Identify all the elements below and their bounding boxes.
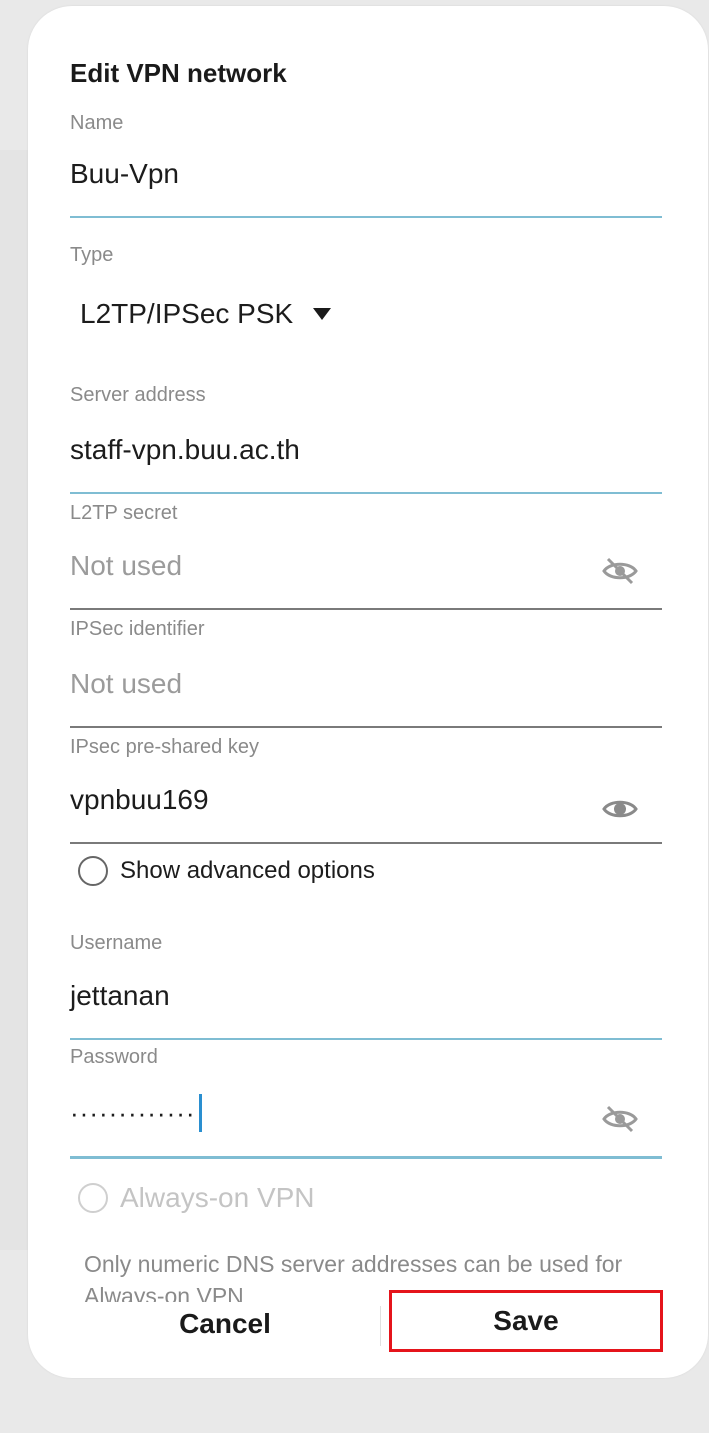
- radio-button[interactable]: [78, 1183, 108, 1213]
- cancel-button[interactable]: Cancel: [140, 1296, 310, 1352]
- dialog-title: Edit VPN network: [70, 58, 287, 88]
- caret-down-icon: [313, 308, 332, 320]
- l2tp-underline: [70, 608, 662, 610]
- psk-label: IPsec pre-shared key: [70, 736, 259, 758]
- eye-off-icon[interactable]: [600, 556, 640, 586]
- name-underline: [70, 216, 662, 218]
- save-button[interactable]: Save: [389, 1290, 663, 1352]
- name-label: Name: [70, 112, 124, 134]
- eye-off-icon[interactable]: [600, 1104, 640, 1134]
- ipsec-identifier-underline: [70, 726, 662, 728]
- type-value: L2TP/IPSec PSK: [80, 298, 294, 329]
- ipsec-identifier-field[interactable]: Not used: [70, 668, 182, 700]
- radio-button[interactable]: [78, 856, 108, 886]
- password-underline: [70, 1156, 662, 1159]
- name-field[interactable]: Buu-Vpn: [70, 158, 179, 190]
- type-dropdown[interactable]: L2TP/IPSec PSK: [80, 298, 332, 330]
- password-label: Password: [70, 1046, 158, 1068]
- button-divider: [380, 1306, 381, 1346]
- server-underline: [70, 492, 662, 494]
- password-field[interactable]: ·············: [70, 1094, 202, 1132]
- server-label: Server address: [70, 384, 206, 406]
- eye-icon[interactable]: [600, 794, 640, 824]
- password-value: ·············: [70, 1097, 196, 1128]
- psk-underline: [70, 842, 662, 844]
- username-label: Username: [70, 932, 163, 954]
- ipsec-identifier-label: IPSec identifier: [70, 618, 205, 640]
- type-label: Type: [70, 244, 114, 266]
- l2tp-secret-field[interactable]: Not used: [70, 550, 182, 582]
- always-on-label: Always-on VPN: [120, 1182, 315, 1213]
- always-on-vpn-option[interactable]: Always-on VPN: [78, 1182, 315, 1214]
- username-underline: [70, 1038, 662, 1040]
- l2tp-secret-label: L2TP secret: [70, 502, 178, 524]
- show-advanced-option[interactable]: Show advanced options: [78, 856, 375, 886]
- psk-field[interactable]: vpnbuu169: [70, 784, 209, 816]
- server-address-field[interactable]: staff-vpn.buu.ac.th: [70, 434, 300, 466]
- username-field[interactable]: jettanan: [70, 980, 170, 1012]
- show-advanced-label: Show advanced options: [120, 857, 375, 884]
- text-cursor: [198, 1094, 202, 1132]
- edit-vpn-dialog: Edit VPN network Name Buu-Vpn Type L2TP/…: [28, 6, 708, 1378]
